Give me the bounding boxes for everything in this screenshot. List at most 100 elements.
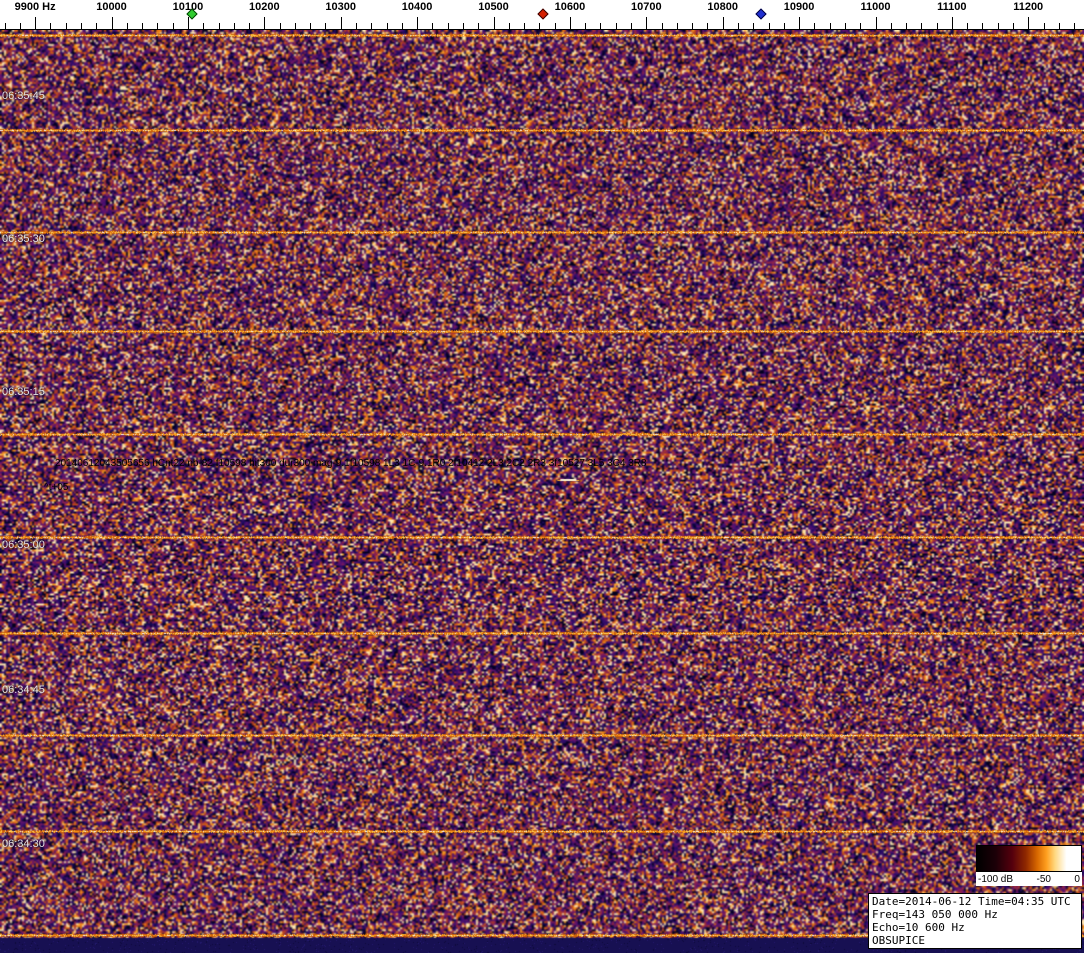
- freq-tick: [432, 23, 433, 29]
- freq-tick: [646, 17, 647, 29]
- freq-tick: [188, 17, 189, 29]
- freq-tick: [677, 23, 678, 29]
- freq-tick: [539, 23, 540, 29]
- db-scale-labels: -100 dB -50 0: [976, 872, 1082, 886]
- freq-axis-label: 10200: [249, 1, 280, 13]
- info-freq-line: Freq=143 050 000 Hz: [872, 908, 1078, 921]
- db-gradient-bar: [976, 845, 1082, 872]
- freq-tick: [310, 23, 311, 29]
- freq-tick: [478, 23, 479, 29]
- freq-tick: [1074, 23, 1075, 29]
- freq-tick: [937, 23, 938, 29]
- freq-tick: [50, 23, 51, 29]
- freq-tick: [417, 17, 418, 29]
- time-label: 06:34:30: [2, 838, 45, 850]
- freq-tick: [1044, 23, 1045, 29]
- freq-axis-label: 10600: [555, 1, 586, 13]
- freq-tick: [219, 23, 220, 29]
- freq-tick: [112, 17, 113, 29]
- time-label: 06:34:45: [2, 684, 45, 696]
- spectrogram-canvas[interactable]: [0, 30, 1084, 953]
- freq-tick: [570, 17, 571, 29]
- freq-tick: [585, 23, 586, 29]
- time-offset-annotation: ^t+05: [44, 482, 68, 493]
- freq-tick: [845, 23, 846, 29]
- legend-min-label: -100 dB: [978, 874, 1013, 885]
- freq-tick: [906, 23, 907, 29]
- freq-tick: [356, 23, 357, 29]
- freq-tick: [5, 23, 6, 29]
- freq-axis-label: 10500: [478, 1, 509, 13]
- db-scale-legend: -100 dB -50 0: [976, 845, 1082, 886]
- freq-tick: [325, 23, 326, 29]
- time-label: 06:35:00: [2, 539, 45, 551]
- info-date-line: Date=2014-06-12 Time=04:35 UTC: [872, 895, 1078, 908]
- freq-tick: [203, 23, 204, 29]
- freq-tick: [753, 23, 754, 29]
- freq-tick: [234, 23, 235, 29]
- freq-tick: [524, 23, 525, 29]
- freq-tick: [814, 23, 815, 29]
- freq-tick: [769, 23, 770, 29]
- freq-tick: [264, 17, 265, 29]
- info-echo-line: Echo=10 600 Hz: [872, 921, 1078, 934]
- spectrogram-area: 20140612043505656 hCnt22 nb-82 f10598 hi…: [0, 30, 1084, 953]
- freq-axis-label: 10400: [402, 1, 433, 13]
- freq-tick: [692, 23, 693, 29]
- freq-tick: [830, 23, 831, 29]
- freq-tick: [448, 23, 449, 29]
- freq-tick: [295, 23, 296, 29]
- freq-axis-label: 9900 Hz: [15, 1, 56, 13]
- freq-tick: [81, 23, 82, 29]
- freq-tick: [876, 17, 877, 29]
- freq-tick: [998, 23, 999, 29]
- time-label: 06:35:30: [2, 233, 45, 245]
- time-label: 06:35:45: [2, 90, 45, 102]
- freq-tick: [860, 23, 861, 29]
- freq-axis-label: 10300: [325, 1, 356, 13]
- observation-info-box: Date=2014-06-12 Time=04:35 UTC Freq=143 …: [868, 893, 1082, 949]
- freq-tick: [982, 23, 983, 29]
- freq-axis-label: 10800: [707, 1, 738, 13]
- freq-tick: [600, 23, 601, 29]
- freq-tick: [631, 23, 632, 29]
- info-station-line: OBSUPICE: [872, 934, 1078, 947]
- freq-tick: [967, 23, 968, 29]
- freq-tick: [341, 17, 342, 29]
- spectrogram-app: 9900 Hz 10000 10100 10200 10300 10400 10500 106…: [0, 0, 1084, 953]
- freq-tick: [891, 23, 892, 29]
- freq-tick: [616, 23, 617, 29]
- freq-tick: [371, 23, 372, 29]
- freq-tick: [1013, 23, 1014, 29]
- freq-tick: [723, 17, 724, 29]
- freq-tick: [921, 23, 922, 29]
- freq-tick: [707, 23, 708, 29]
- freq-tick: [173, 23, 174, 29]
- freq-axis-label: 11200: [1013, 1, 1043, 13]
- freq-tick: [20, 23, 21, 29]
- freq-tick: [1059, 23, 1060, 29]
- freq-tick: [509, 23, 510, 29]
- freq-axis-label: 11000: [861, 1, 891, 13]
- blue-marker-icon[interactable]: [755, 8, 766, 19]
- freq-tick: [280, 23, 281, 29]
- red-marker-icon[interactable]: [537, 8, 548, 19]
- freq-tick: [738, 23, 739, 29]
- freq-tick: [157, 23, 158, 29]
- freq-tick: [96, 23, 97, 29]
- freq-axis-label: 11100: [937, 1, 966, 13]
- freq-axis-label: 10900: [784, 1, 815, 13]
- legend-mid-label: -50: [1037, 874, 1051, 885]
- freq-tick: [127, 23, 128, 29]
- freq-tick: [799, 17, 800, 29]
- freq-tick: [494, 17, 495, 29]
- freq-tick: [784, 23, 785, 29]
- legend-max-label: 0: [1074, 874, 1080, 885]
- freq-tick: [555, 23, 556, 29]
- freq-tick: [142, 23, 143, 29]
- freq-tick: [952, 17, 953, 29]
- freq-axis-label: 10700: [631, 1, 662, 13]
- freq-tick: [387, 23, 388, 29]
- freq-tick: [402, 23, 403, 29]
- freq-tick: [35, 17, 36, 29]
